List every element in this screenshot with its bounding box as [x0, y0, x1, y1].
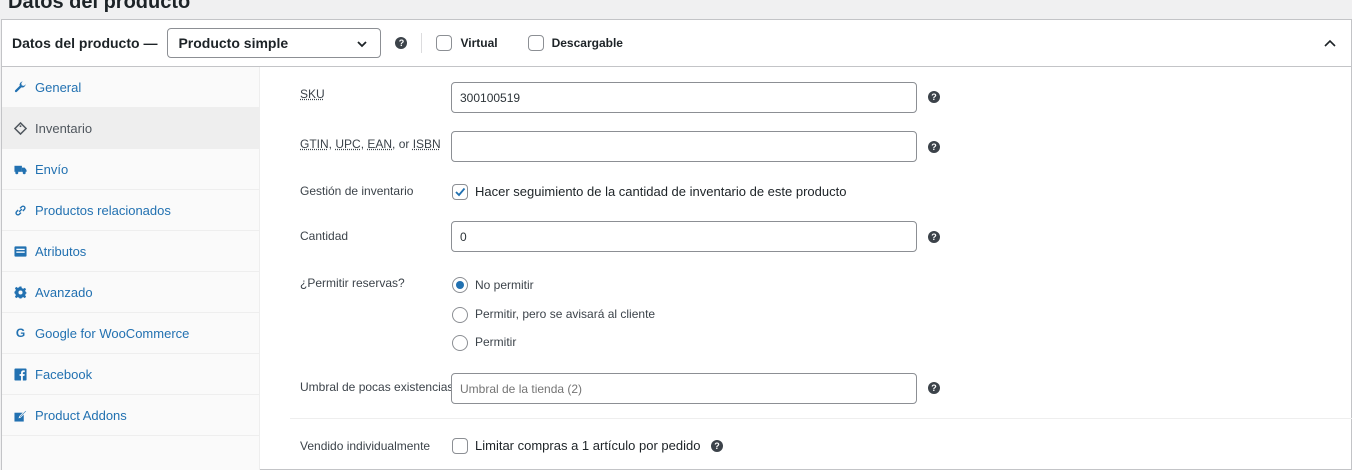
gtin-input[interactable] [451, 131, 917, 162]
product-data-panel: Datos del producto — Producto simple ? V… [1, 19, 1352, 470]
truck-icon [14, 163, 27, 176]
virtual-label: Virtual [460, 36, 498, 50]
tab-envio[interactable]: Envío [2, 149, 259, 190]
tag-icon [14, 121, 27, 135]
chevron-up-icon[interactable] [1323, 36, 1337, 50]
facebook-icon [14, 367, 27, 381]
tab-label: Productos relacionados [35, 202, 171, 218]
tab-label: Inventario [35, 120, 93, 136]
chevron-down-icon [357, 41, 368, 48]
help-icon[interactable]: ? [928, 91, 940, 103]
wrench-icon [14, 80, 27, 94]
low-stock-label: Umbral de pocas existencias [300, 380, 454, 394]
quantity-input[interactable] [451, 221, 917, 252]
panel-header: Datos del producto — Producto simple ? V… [2, 20, 1351, 67]
product-data-title: Datos del producto — [12, 35, 158, 51]
virtual-checkbox[interactable]: Virtual [436, 35, 498, 51]
quantity-label: Cantidad [300, 229, 349, 243]
help-icon[interactable]: ? [395, 37, 408, 49]
help-icon[interactable]: ? [928, 382, 940, 394]
google-icon: G [15, 326, 26, 340]
sold-individually-label: Vendido individualmente [300, 439, 431, 453]
tab-atributos[interactable]: Atributos [2, 231, 259, 272]
manage-stock-label: Gestión de inventario [300, 184, 414, 198]
backorder-option-label: Permitir [475, 335, 517, 349]
virtual-checkbox-box[interactable] [436, 35, 453, 51]
gear-icon [14, 285, 27, 299]
backorder-notify-radio[interactable] [452, 307, 468, 323]
addon-icon [14, 409, 27, 422]
sku-input[interactable] [451, 82, 917, 113]
tab-label: Facebook [35, 366, 93, 382]
downloadable-checkbox-box[interactable] [527, 35, 544, 51]
tab-label: Envío [35, 161, 69, 177]
tab-label: General [35, 79, 82, 95]
tab-label: Google for WooCommerce [35, 325, 190, 341]
tab-productos-relacionados[interactable]: Productos relacionados [2, 190, 259, 231]
backorder-option-label: Permitir, pero se avisará al cliente [475, 307, 656, 321]
backorder-option-label: No permitir [475, 278, 534, 292]
downloadable-checkbox[interactable]: Descargable [527, 35, 623, 51]
backorder-no-radio[interactable] [452, 277, 468, 293]
sold-individually-text: Limitar compras a 1 artículo por pedido [475, 438, 701, 453]
link-icon [14, 204, 27, 217]
backorders-label: ¿Permitir reservas? [300, 276, 405, 290]
gtin-label: GTIN, UPC, EAN, or ISBN [300, 137, 441, 151]
list-icon [14, 245, 27, 258]
sku-label: SKU [300, 87, 325, 101]
product-data-tabs: General Inventario Envío Productos relac… [2, 67, 260, 470]
backorder-yes-radio[interactable] [452, 335, 468, 351]
help-icon[interactable]: ? [928, 231, 940, 243]
tab-google-for-woocommerce[interactable]: G Google for WooCommerce [2, 313, 259, 354]
header-separator [421, 33, 423, 53]
manage-stock-text: Hacer seguimiento de la cantidad de inve… [475, 184, 847, 199]
downloadable-label: Descargable [551, 36, 623, 50]
page-title-strip: Datos del producto [0, 0, 1352, 20]
tab-avanzado[interactable]: Avanzado [2, 272, 259, 313]
product-type-value: Producto simple [178, 35, 289, 51]
tab-inventario[interactable]: Inventario [2, 108, 259, 149]
tab-label: Atributos [35, 243, 87, 259]
low-stock-input[interactable] [451, 373, 917, 404]
manage-stock-checkbox[interactable] [452, 184, 468, 200]
tab-label: Product Addons [35, 407, 127, 423]
checkmark-icon [455, 187, 466, 197]
product-type-select[interactable]: Producto simple [167, 28, 382, 58]
page-title: Datos del producto [8, 0, 191, 13]
section-divider [290, 418, 1352, 419]
tab-general[interactable]: General [2, 67, 259, 108]
tab-product-addons[interactable]: Product Addons [2, 395, 259, 436]
help-icon[interactable]: ? [711, 440, 723, 452]
sold-individually-checkbox[interactable] [452, 438, 468, 454]
tab-facebook[interactable]: Facebook [2, 354, 259, 395]
help-icon[interactable]: ? [928, 141, 940, 153]
tab-label: Avanzado [35, 284, 93, 300]
